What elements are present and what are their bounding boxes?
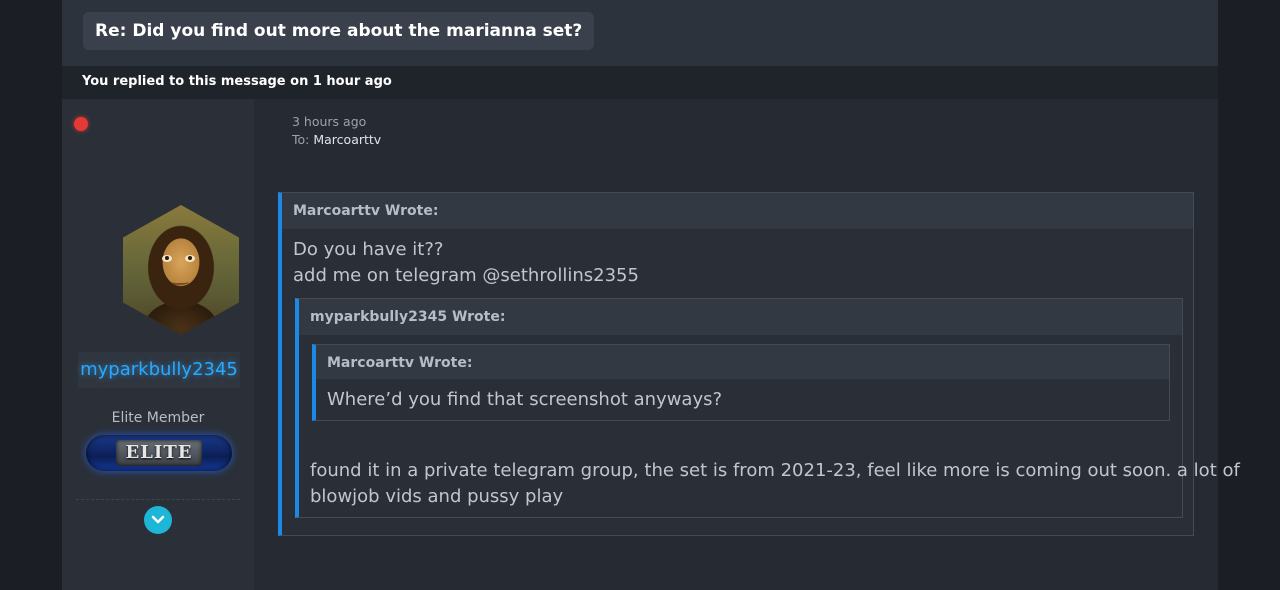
reply-notice-bar: You replied to this message on 1 hour ag… (62, 66, 1218, 99)
author-username[interactable]: myparkbully2345 (78, 352, 240, 388)
offline-status-icon (74, 117, 88, 131)
quote-inner-author: Marcoarttv Wrote: (327, 355, 473, 371)
recipient-name[interactable]: Marcoarttv (313, 132, 381, 147)
rank-badge-label: ELITE (125, 442, 193, 463)
message-timestamp: 3 hours ago (292, 114, 367, 129)
quote-middle-line-1: found it in a private telegram group, th… (310, 460, 1240, 481)
avatar-mouth (171, 279, 189, 285)
username-box: myparkbully2345 (78, 352, 240, 388)
rank-title: Elite Member (111, 410, 205, 426)
quote-inner-header: Marcoarttv Wrote: (316, 345, 1169, 379)
quote-outer-line-2: add me on telegram @sethrollins2355 (293, 265, 639, 286)
avatar-eye (162, 255, 172, 262)
expand-profile-button[interactable] (144, 506, 172, 534)
recipient-label: To: (292, 132, 310, 147)
quote-middle-line-2: blowjob vids and pussy play (310, 486, 564, 507)
reply-notice: You replied to this message on 1 hour ag… (82, 74, 392, 89)
chevron-down-icon (151, 515, 165, 524)
quote-outer-header: Marcoarttv Wrote: (282, 193, 1193, 229)
avatar[interactable] (123, 205, 239, 335)
quote-outer-author: Marcoarttv Wrote: (293, 203, 439, 219)
message-header: Re: Did you find out more about the mari… (62, 0, 1218, 66)
quote-outer: Marcoarttv Wrote: Do you have it?? add m… (278, 192, 1240, 536)
message-recipient: To: Marcoarttv (292, 132, 381, 147)
message-container: Re: Did you find out more about the mari… (62, 0, 1240, 590)
quote-middle-author: myparkbully2345 Wrote: (310, 309, 506, 325)
sidebar-divider (76, 499, 240, 500)
author-sidebar: myparkbully2345 Elite Member ELITE (62, 99, 254, 590)
message-subject: Re: Did you find out more about the mari… (83, 12, 595, 50)
rank-badge: ELITE (86, 435, 232, 471)
avatar-eye (185, 255, 195, 262)
quote-inner-text: Where’d you find that screenshot anyways… (327, 389, 723, 410)
quote-outer-line-1: Do you have it?? (293, 239, 444, 260)
quote-inner: Marcoarttv Wrote: Where’d you find that … (312, 344, 1170, 421)
quote-middle-header: myparkbully2345 Wrote: (299, 299, 1182, 335)
quote-middle: myparkbully2345 Wrote: Marcoarttv Wrote:… (295, 298, 1240, 518)
